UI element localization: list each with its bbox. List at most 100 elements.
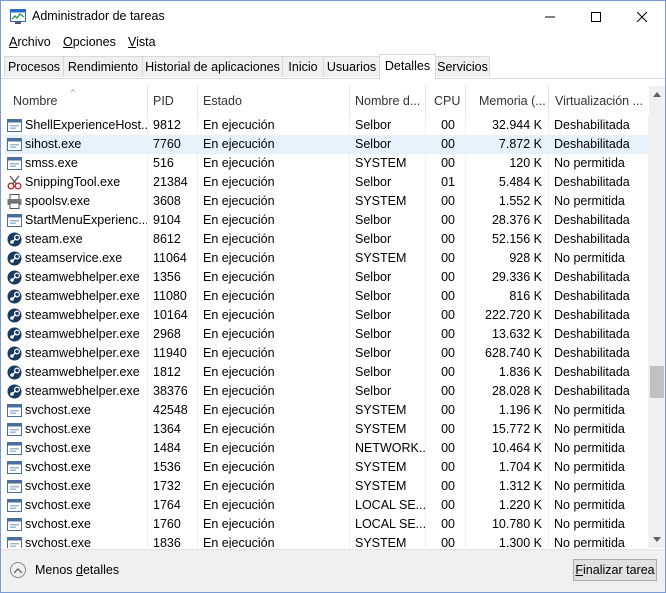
cell-user: Selbor: [350, 325, 426, 344]
cell-memory: 15.772 K: [466, 420, 549, 439]
cell-virt: No permitida: [549, 458, 649, 477]
scroll-up-icon: [653, 92, 661, 97]
cell-user: LOCAL SE...: [350, 496, 426, 515]
cell-pid: 42548: [148, 401, 198, 420]
cell-cpu: 00: [426, 116, 466, 135]
collapse-circle-icon: [10, 562, 26, 578]
menu-opciones[interactable]: Opciones: [63, 35, 116, 49]
cell-memory: 1.300 K: [466, 534, 549, 548]
footer-bar: Menos detalles Finalizar tarea: [1, 549, 665, 592]
cell-user: SYSTEM: [350, 477, 426, 496]
table-row[interactable]: steamwebhelper.exe 1356 En ejecución Selbor…: [5, 268, 649, 287]
cell-pid: 11064: [148, 249, 198, 268]
cell-name: svchost.exe: [5, 401, 148, 420]
cell-status: En ejecución: [198, 382, 350, 401]
table-row[interactable]: smss.exe 516 En ejecución SYSTEM 00 120 K No p…: [5, 154, 649, 173]
cell-user: Selbor: [350, 135, 426, 154]
cell-status: En ejecución: [198, 401, 350, 420]
tab-usuarios[interactable]: Usuarios: [323, 56, 380, 77]
minimize-button[interactable]: [527, 1, 573, 32]
table-row[interactable]: svchost.exe 1764 En ejecución LOCAL SE... 00…: [5, 496, 649, 515]
table-row[interactable]: ShellExperienceHost.... 9812 En ejecución S…: [5, 116, 649, 135]
cell-user: LOCAL SE...: [350, 515, 426, 534]
cell-pid: 38376: [148, 382, 198, 401]
tab-inicio[interactable]: Inicio: [282, 56, 324, 77]
cell-name: smss.exe: [5, 154, 148, 173]
cell-status: En ejecución: [198, 420, 350, 439]
cell-virt: No permitida: [549, 249, 649, 268]
cell-user: Selbor: [350, 306, 426, 325]
cell-virt: Deshabilitada: [549, 287, 649, 306]
menu-opciones-accel: O: [63, 35, 73, 49]
maximize-button[interactable]: [573, 1, 619, 32]
table-row[interactable]: StartMenuExperienc... 9104 En ejecución Sel…: [5, 211, 649, 230]
table-row[interactable]: steam.exe 8612 En ejecución Selbor 00 52.156 …: [5, 230, 649, 249]
cell-cpu: 00: [426, 230, 466, 249]
column-header-name[interactable]: Nombre: [5, 86, 148, 116]
vertical-scrollbar[interactable]: [649, 86, 665, 548]
cell-status: En ejecución: [198, 515, 350, 534]
cell-name: spoolsv.exe: [5, 192, 148, 211]
cell-status: En ejecución: [198, 344, 350, 363]
table-row[interactable]: steamwebhelper.exe 10164 En ejecución Selbo…: [5, 306, 649, 325]
table-row[interactable]: spoolsv.exe 3608 En ejecución SYSTEM 00 1.552…: [5, 192, 649, 211]
table-row[interactable]: svchost.exe 1836 En ejecución SYSTEM 00 1.300…: [5, 534, 649, 548]
table-row[interactable]: steamservice.exe 11064 En ejecución SYSTEM 0…: [5, 249, 649, 268]
menu-archivo[interactable]: Archivo: [9, 35, 51, 49]
column-header-memory[interactable]: Memoria (...: [466, 86, 549, 116]
cell-pid: 1812: [148, 363, 198, 382]
scroll-down-button[interactable]: [649, 531, 665, 548]
table-row[interactable]: steamwebhelper.exe 38376 En ejecución Selbo…: [5, 382, 649, 401]
column-header-cpu[interactable]: CPU: [426, 86, 466, 116]
cell-status: En ejecución: [198, 496, 350, 515]
tab-detalles[interactable]: Detalles: [379, 54, 436, 79]
cell-memory: 29.336 K: [466, 268, 549, 287]
cell-status: En ejecución: [198, 363, 350, 382]
cell-status: En ejecución: [198, 154, 350, 173]
table-row[interactable]: steamwebhelper.exe 2968 En ejecución Selbor…: [5, 325, 649, 344]
table-row[interactable]: svchost.exe 1732 En ejecución SYSTEM 00 1.312…: [5, 477, 649, 496]
tab-rendimiento[interactable]: Rendimiento: [63, 56, 143, 77]
cell-memory: 1.836 K: [466, 363, 549, 382]
table-row[interactable]: SnippingTool.exe 21384 En ejecución Selbor 0…: [5, 173, 649, 192]
cell-status: En ejecución: [198, 230, 350, 249]
close-button[interactable]: [619, 1, 665, 32]
cell-memory: 10.464 K: [466, 439, 549, 458]
cell-memory: 1.552 K: [466, 192, 549, 211]
table-row[interactable]: sihost.exe 7760 En ejecución Selbor 00 7.872 …: [5, 135, 649, 154]
cell-status: En ejecución: [198, 287, 350, 306]
cell-memory: 120 K: [466, 154, 549, 173]
scrollbar-thumb[interactable]: [650, 366, 664, 398]
column-header-username[interactable]: Nombre d...: [350, 86, 426, 116]
task-manager-window: Administrador de tareas Archivo Opciones…: [0, 0, 666, 593]
cell-pid: 11940: [148, 344, 198, 363]
table-row[interactable]: svchost.exe 1484 En ejecución NETWORK... 00 1…: [5, 439, 649, 458]
table-row[interactable]: svchost.exe 1536 En ejecución SYSTEM 00 1.704…: [5, 458, 649, 477]
column-header-pid[interactable]: PID: [148, 86, 198, 116]
cell-cpu: 00: [426, 496, 466, 515]
cell-user: SYSTEM: [350, 458, 426, 477]
scroll-up-button[interactable]: [649, 86, 665, 103]
table-row[interactable]: steamwebhelper.exe 11080 En ejecución Selbo…: [5, 287, 649, 306]
table-row[interactable]: steamwebhelper.exe 11940 En ejecución Selbo…: [5, 344, 649, 363]
column-header-status[interactable]: Estado: [198, 86, 350, 116]
column-header-virtualization[interactable]: Virtualización ...: [549, 86, 649, 116]
cell-pid: 516: [148, 154, 198, 173]
tab-servicios[interactable]: Servicios: [435, 56, 490, 77]
tab-historial-aplicaciones[interactable]: Historial de aplicaciones: [142, 56, 283, 77]
cell-memory: 13.632 K: [466, 325, 549, 344]
end-task-button[interactable]: Finalizar tarea: [573, 559, 657, 581]
cell-virt: No permitida: [549, 154, 649, 173]
cell-virt: Deshabilitada: [549, 230, 649, 249]
cell-name: steamwebhelper.exe: [5, 268, 148, 287]
tab-procesos[interactable]: Procesos: [4, 56, 64, 77]
cell-user: Selbor: [350, 344, 426, 363]
cell-pid: 1836: [148, 534, 198, 548]
cell-user: Selbor: [350, 211, 426, 230]
table-row[interactable]: svchost.exe 42548 En ejecución SYSTEM 00 1.19…: [5, 401, 649, 420]
table-row[interactable]: svchost.exe 1364 En ejecución SYSTEM 00 15.77…: [5, 420, 649, 439]
menu-vista[interactable]: Vista: [128, 35, 156, 49]
table-row[interactable]: steamwebhelper.exe 1812 En ejecución Selbor…: [5, 363, 649, 382]
table-row[interactable]: svchost.exe 1760 En ejecución LOCAL SE... 00…: [5, 515, 649, 534]
fewer-details-button[interactable]: Menos detalles: [10, 560, 119, 580]
